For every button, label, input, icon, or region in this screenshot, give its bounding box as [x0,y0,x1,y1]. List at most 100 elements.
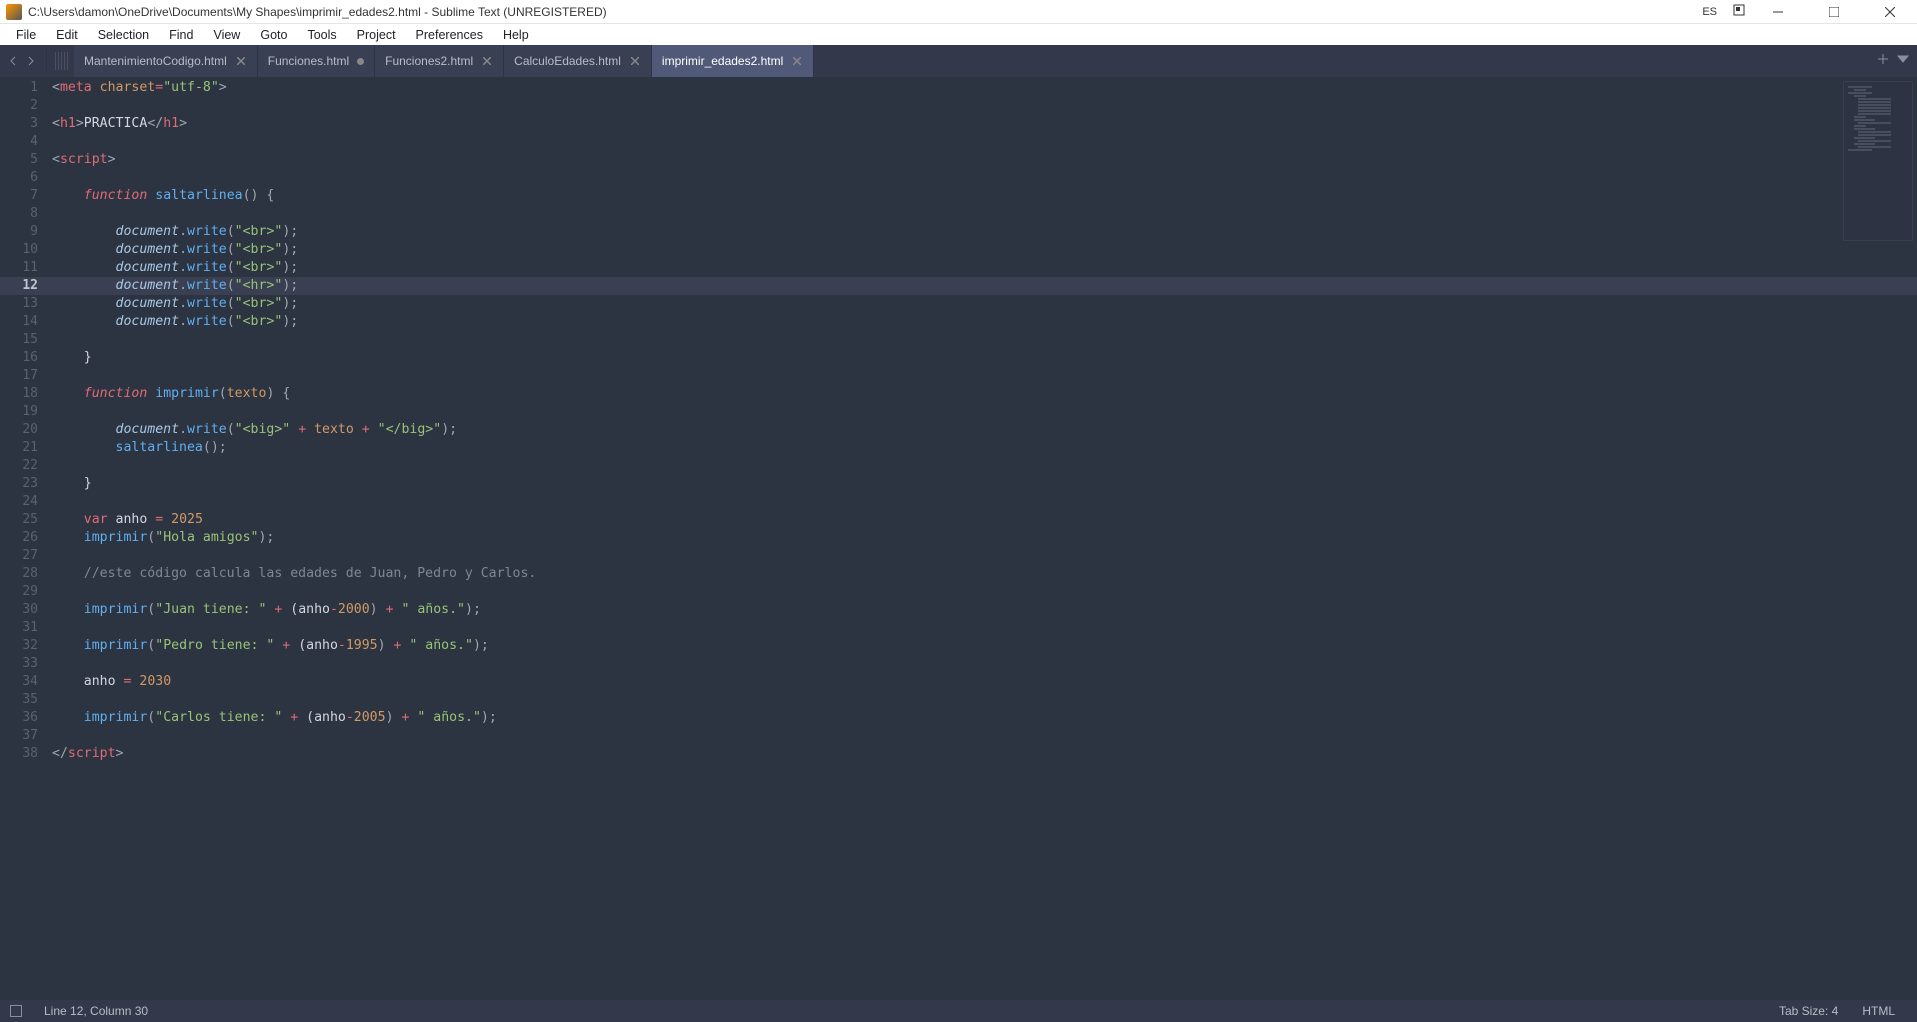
tab-funciones-html[interactable]: Funciones.html [258,45,375,77]
line-number[interactable]: 13 [0,295,52,313]
line-number[interactable]: 7 [0,187,52,205]
line-number[interactable]: 11 [0,259,52,277]
line-number[interactable]: 28 [0,565,52,583]
code-line[interactable]: function imprimir(texto) { [52,385,1917,403]
tab-dropdown-button[interactable] [1897,52,1909,70]
menu-preferences[interactable]: Preferences [406,26,493,44]
line-number[interactable]: 31 [0,619,52,637]
line-number[interactable]: 3 [0,115,52,133]
statusbar-syntax[interactable]: HTML [1850,1004,1907,1018]
menu-find[interactable]: Find [159,26,203,44]
window-maximize-button[interactable] [1811,0,1857,23]
code-line[interactable]: imprimir("Hola amigos"); [52,529,1917,547]
line-number[interactable]: 14 [0,313,52,331]
line-number[interactable]: 23 [0,475,52,493]
menu-file[interactable]: File [6,26,46,44]
line-number[interactable]: 18 [0,385,52,403]
code-line[interactable]: var anho = 2025 [52,511,1917,529]
line-number-gutter[interactable]: 1234567891011121314151617181920212223242… [0,77,52,1000]
code-line[interactable]: <script> [52,151,1917,169]
code-line[interactable] [52,727,1917,745]
editor-area[interactable]: 1234567891011121314151617181920212223242… [0,77,1917,1000]
code-line[interactable]: </script> [52,745,1917,763]
tab-grip-icon[interactable] [49,45,74,77]
code-line[interactable]: <h1>PRACTICA</h1> [52,115,1917,133]
line-number[interactable]: 9 [0,223,52,241]
line-number[interactable]: 16 [0,349,52,367]
code-line[interactable]: document.write("<br>"); [52,295,1917,313]
minimap[interactable] [1843,81,1913,241]
line-number[interactable]: 17 [0,367,52,385]
line-number[interactable]: 8 [0,205,52,223]
code-line[interactable] [52,169,1917,187]
tab-imprimir_edades2-html[interactable]: imprimir_edades2.html [652,45,814,77]
code-line[interactable]: <meta charset="utf-8"> [52,79,1917,97]
line-number[interactable]: 1 [0,79,52,97]
code-line[interactable] [52,619,1917,637]
code-line[interactable] [52,655,1917,673]
code-line[interactable] [52,133,1917,151]
code-line[interactable]: document.write("<big>" + texto + "</big>… [52,421,1917,439]
line-number[interactable]: 30 [0,601,52,619]
line-number[interactable]: 32 [0,637,52,655]
window-close-button[interactable] [1867,0,1913,23]
line-number[interactable]: 24 [0,493,52,511]
line-number[interactable]: 6 [0,169,52,187]
window-minimize-button[interactable] [1755,0,1801,23]
line-number[interactable]: 4 [0,133,52,151]
code-line[interactable] [52,583,1917,601]
code-line[interactable]: imprimir("Pedro tiene: " + (anho-1995) +… [52,637,1917,655]
menu-view[interactable]: View [203,26,250,44]
code-line[interactable] [52,403,1917,421]
code-content[interactable]: <meta charset="utf-8"> <h1>PRACTICA</h1>… [52,77,1917,1000]
code-line[interactable]: document.write("<br>"); [52,223,1917,241]
code-line[interactable]: imprimir("Carlos tiene: " + (anho-2005) … [52,709,1917,727]
line-number[interactable]: 20 [0,421,52,439]
line-number[interactable]: 26 [0,529,52,547]
tab-calculoedades-html[interactable]: CalculoEdades.html [504,45,652,77]
code-line[interactable]: anho = 2030 [52,673,1917,691]
line-number[interactable]: 37 [0,727,52,745]
code-line[interactable]: function saltarlinea() { [52,187,1917,205]
code-line[interactable] [52,457,1917,475]
line-number[interactable]: 15 [0,331,52,349]
tab-close-button[interactable] [791,55,803,67]
menu-help[interactable]: Help [493,26,539,44]
nav-forward-button[interactable] [24,54,38,68]
menu-project[interactable]: Project [347,26,406,44]
input-language-indicator[interactable]: ES [1696,4,1723,20]
line-number[interactable]: 22 [0,457,52,475]
tab-close-button[interactable] [481,55,493,67]
line-number[interactable]: 5 [0,151,52,169]
line-number[interactable]: 12 [0,277,52,295]
code-line[interactable]: document.write("<br>"); [52,259,1917,277]
code-line[interactable] [52,691,1917,709]
code-line[interactable] [52,547,1917,565]
tab-close-button[interactable] [629,55,641,67]
line-number[interactable]: 19 [0,403,52,421]
tab-funciones2-html[interactable]: Funciones2.html [375,45,504,77]
new-tab-button[interactable] [1877,52,1889,70]
code-line[interactable]: imprimir("Juan tiene: " + (anho-2000) + … [52,601,1917,619]
menu-edit[interactable]: Edit [46,26,88,44]
line-number[interactable]: 33 [0,655,52,673]
code-line[interactable]: document.write("<hr>"); [52,277,1917,295]
tab-mantenimientocodigo-html[interactable]: MantenimientoCodigo.html [74,45,258,77]
menu-goto[interactable]: Goto [250,26,297,44]
line-number[interactable]: 34 [0,673,52,691]
line-number[interactable]: 21 [0,439,52,457]
menu-selection[interactable]: Selection [88,26,159,44]
code-line[interactable] [52,493,1917,511]
code-line[interactable]: } [52,475,1917,493]
code-line[interactable] [52,331,1917,349]
screen-snip-icon[interactable] [1733,4,1745,19]
code-line[interactable] [52,205,1917,223]
line-number[interactable]: 29 [0,583,52,601]
line-number[interactable]: 27 [0,547,52,565]
nav-back-button[interactable] [6,54,20,68]
code-line[interactable]: document.write("<br>"); [52,241,1917,259]
line-number[interactable]: 10 [0,241,52,259]
line-number[interactable]: 35 [0,691,52,709]
line-number[interactable]: 2 [0,97,52,115]
statusbar-tab-size[interactable]: Tab Size: 4 [1767,1004,1850,1018]
